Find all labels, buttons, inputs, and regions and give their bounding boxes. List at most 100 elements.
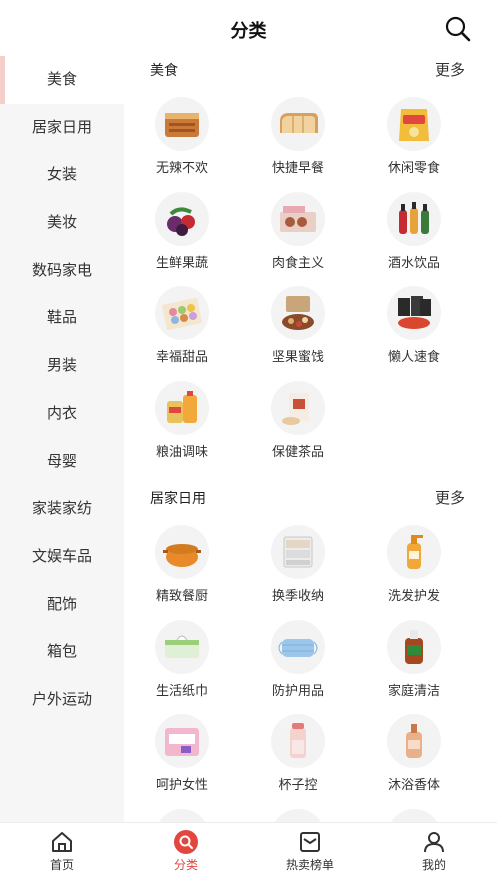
search-icon (445, 16, 471, 42)
category-item[interactable]: 杯子控 (240, 714, 356, 802)
section-title: 居家日用 (150, 491, 206, 507)
tab-2[interactable]: 热卖榜单 (248, 823, 372, 883)
category-item[interactable]: 沐浴香体 (356, 714, 472, 802)
category-search-icon (174, 830, 198, 854)
instant-food-icon (398, 296, 431, 329)
category-item-partial[interactable] (356, 809, 472, 822)
category-item[interactable]: 休闲零食 (356, 97, 472, 185)
fruit-icon (167, 206, 195, 236)
category-thumbnail (387, 191, 441, 246)
bottles-icon (399, 201, 429, 234)
category-thumbnail (271, 191, 325, 246)
sidebar-item[interactable]: 女装 (0, 151, 124, 199)
category-thumbnail (271, 714, 325, 768)
category-item[interactable]: 粮油调味 (124, 380, 240, 469)
top-header: 分类 (0, 0, 497, 56)
category-item[interactable]: 换季收纳 (240, 525, 356, 613)
category-item[interactable]: 防护用品 (240, 619, 356, 708)
category-thumbnail (155, 286, 209, 340)
category-thumbnail (271, 525, 325, 579)
category-label: 粮油调味 (155, 444, 208, 460)
sidebar-item[interactable]: 配饰 (0, 581, 124, 629)
category-thumbnail (387, 714, 441, 768)
search-button[interactable] (443, 14, 473, 44)
tab-label: 首页 (49, 858, 74, 872)
sidebar-item[interactable]: 男装 (0, 342, 124, 390)
category-thumbnail (155, 191, 209, 246)
category-label: 换季收纳 (271, 589, 324, 604)
category-item[interactable]: 保健茶品 (240, 380, 356, 469)
category-label: 生鲜果蔬 (155, 255, 208, 271)
category-thumbnail (155, 525, 209, 579)
tab-1[interactable]: 分类 (124, 823, 248, 883)
tab-3[interactable]: 我的 (372, 823, 496, 883)
category-item[interactable]: 洗发护发 (356, 525, 472, 613)
category-item[interactable]: 生鲜果蔬 (124, 191, 240, 280)
category-label: 杯子控 (278, 778, 318, 793)
category-thumbnail (271, 809, 325, 822)
category-item[interactable]: 懒人速食 (356, 286, 472, 374)
category-label: 无辣不欢 (155, 161, 208, 176)
category-item[interactable]: 家庭清洁 (356, 619, 472, 708)
category-item[interactable]: 酒水饮品 (356, 191, 472, 280)
sanitary-pad-icon (165, 728, 199, 756)
oil-rice-icon (167, 390, 197, 423)
sidebar-item[interactable]: 美食 (0, 56, 124, 104)
category-label: 精致餐厨 (155, 589, 208, 604)
nuts-icon (282, 296, 314, 330)
tab-0[interactable]: 首页 (0, 823, 124, 883)
more-link[interactable]: 更多 (435, 59, 465, 80)
category-item[interactable]: 精致餐厨 (124, 525, 240, 613)
category-thumbnail (271, 619, 325, 674)
category-item-partial[interactable] (124, 809, 240, 822)
pot-icon (163, 544, 201, 567)
tea-icon (282, 392, 309, 425)
sidebar-item[interactable]: 家装家纺 (0, 485, 124, 533)
category-item[interactable]: 肉食主义 (240, 191, 356, 280)
category-item[interactable]: 生活纸巾 (124, 619, 240, 708)
category-item[interactable]: 幸福甜品 (124, 286, 240, 374)
category-thumbnail (387, 525, 441, 579)
category-item[interactable]: 快捷早餐 (240, 97, 356, 185)
category-label: 生活纸巾 (155, 683, 208, 699)
category-item-partial[interactable] (240, 809, 356, 822)
category-label: 家庭清洁 (387, 683, 440, 699)
cup-icon (290, 723, 306, 758)
category-item[interactable]: 无辣不欢 (124, 97, 240, 185)
category-item[interactable]: 呵护女性 (124, 714, 240, 802)
bread-icon (280, 113, 318, 133)
tab-label: 我的 (421, 858, 446, 872)
tissue-icon (165, 635, 199, 658)
category-label: 防护用品 (271, 683, 324, 699)
spicy-snack-icon (165, 113, 199, 137)
sidebar-item[interactable]: 母婴 (0, 438, 124, 486)
shampoo-icon (407, 535, 423, 569)
sidebar-item[interactable]: 鞋品 (0, 294, 124, 342)
section-title: 美食 (150, 63, 178, 79)
sidebar-item[interactable]: 居家日用 (0, 104, 124, 152)
body-wash-icon (406, 724, 422, 758)
sidebar-item[interactable]: 箱包 (0, 628, 124, 676)
category-item[interactable]: 坚果蜜饯 (240, 286, 356, 374)
tab-label: 热卖榜单 (285, 858, 334, 872)
category-thumbnail (155, 714, 209, 768)
sidebar-item[interactable]: 数码家电 (0, 247, 124, 295)
category-label: 肉食主义 (271, 255, 324, 271)
category-thumbnail (387, 619, 441, 674)
sidebar-item[interactable]: 美妆 (0, 199, 124, 247)
bottom-tab-bar: 首页 分类 热卖榜单 我的 (0, 822, 497, 883)
home-icon (52, 832, 72, 852)
sidebar-item[interactable]: 内衣 (0, 390, 124, 438)
category-content: 美食 更多 无辣不欢 快捷早餐 休闲零食 生鲜果蔬 肉食主义 酒水饮品 幸福甜品 坚果蜜饯 懒人速食… (124, 56, 497, 822)
category-thumbnail (387, 809, 441, 822)
category-thumbnail (271, 97, 325, 151)
cleaner-bottle-icon (405, 629, 423, 664)
more-link[interactable]: 更多 (435, 487, 465, 508)
sidebar-item[interactable]: 文娱车品 (0, 533, 124, 581)
category-thumbnail (155, 380, 209, 435)
sidebar-item[interactable]: 户外运动 (0, 676, 124, 724)
category-label: 坚果蜜饯 (271, 350, 324, 365)
category-thumbnail (155, 97, 209, 151)
category-label: 酒水饮品 (387, 255, 440, 271)
category-thumbnail (271, 380, 325, 435)
